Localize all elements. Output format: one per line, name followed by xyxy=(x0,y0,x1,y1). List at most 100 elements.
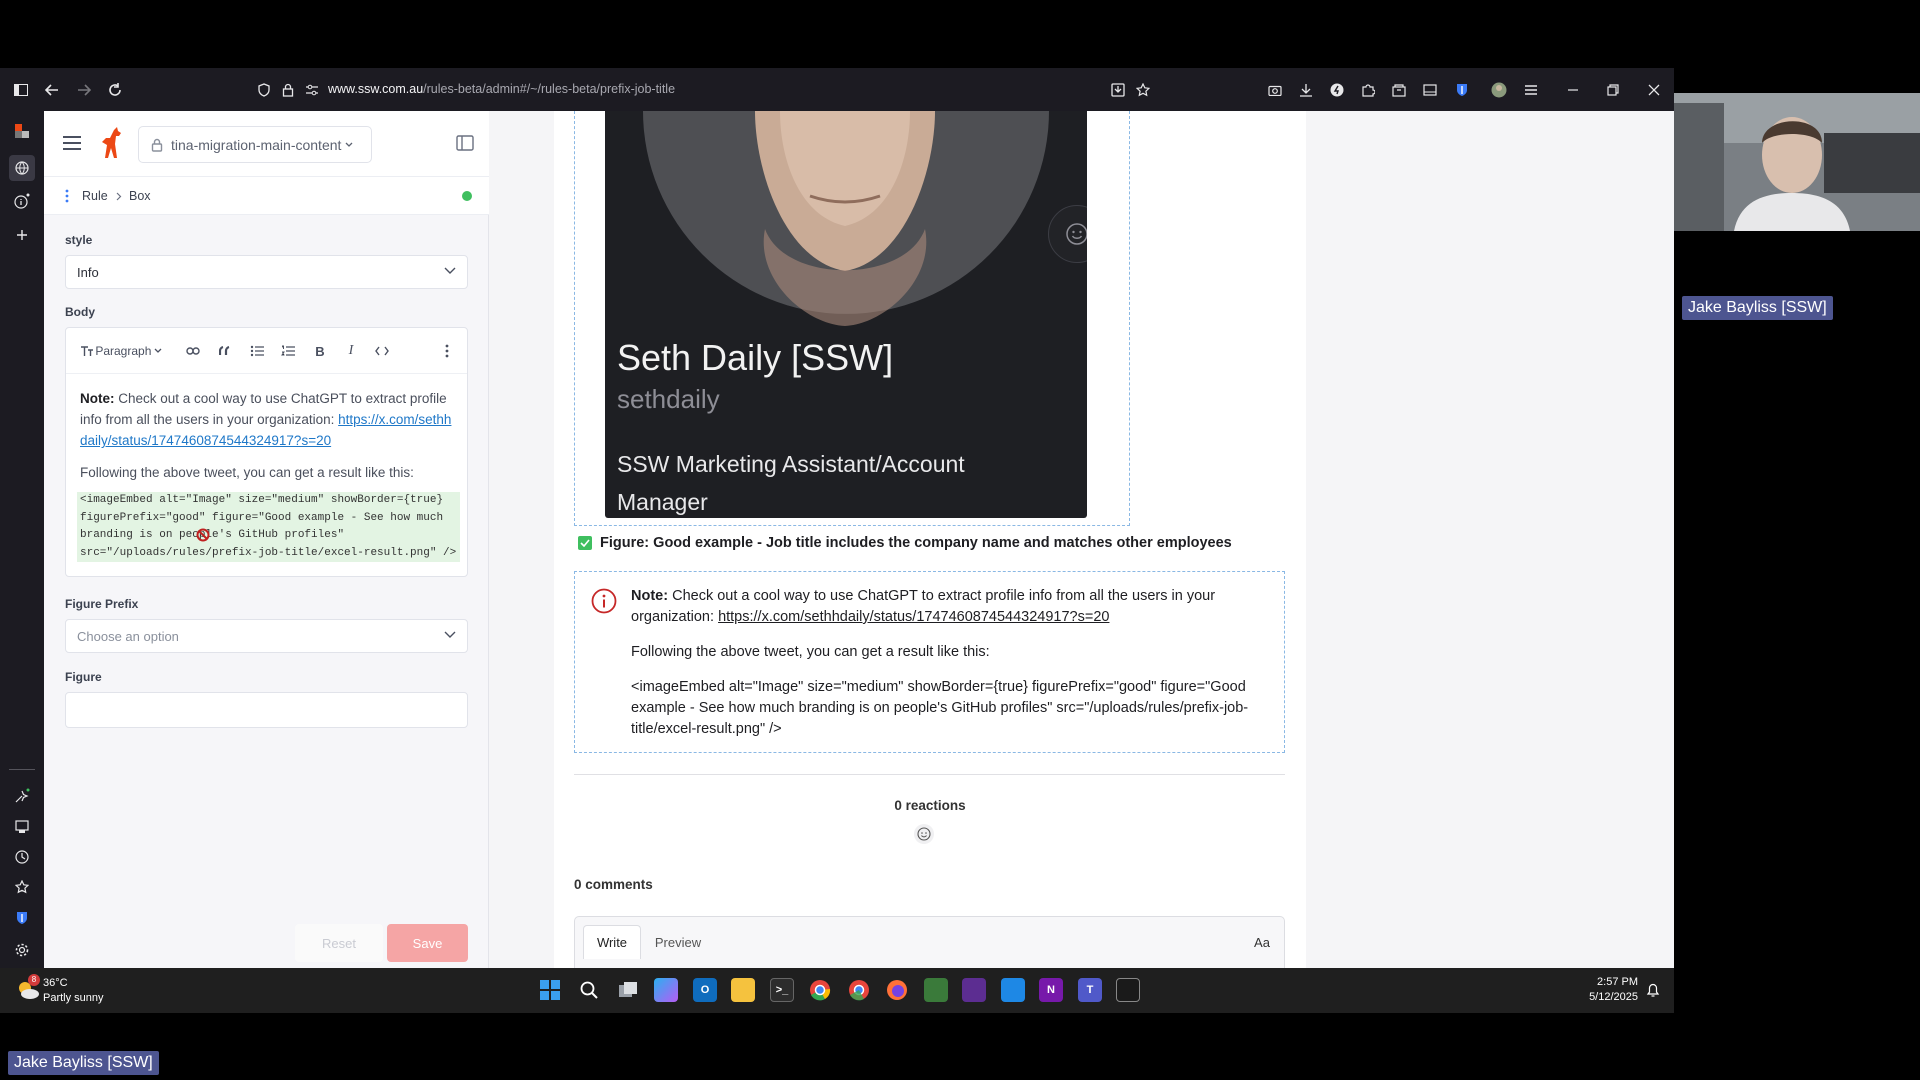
sidebar-divider xyxy=(9,769,35,770)
link-icon[interactable] xyxy=(184,342,202,360)
clock-date[interactable]: 5/12/2025 xyxy=(1584,991,1638,1003)
check-icon xyxy=(578,536,592,550)
tracking-protection-icon[interactable] xyxy=(254,80,274,100)
restore-icon[interactable] xyxy=(1603,80,1623,100)
sidebar-app-icon[interactable] xyxy=(12,121,32,141)
figure-prefix-select[interactable]: Choose an option xyxy=(65,619,468,653)
style-value: Info xyxy=(77,264,99,280)
body-rich-text-editor[interactable]: Paragraph B I Note: Check out a cool way… xyxy=(65,327,468,577)
chevron-down-icon xyxy=(444,631,456,638)
info-box[interactable]: Note: Check out a cool way to use ChatGP… xyxy=(574,571,1285,753)
bitwarden-sidebar-icon[interactable] xyxy=(12,908,32,928)
minimize-icon[interactable] xyxy=(1563,80,1583,100)
figure-label: Figure xyxy=(65,670,102,684)
image-embed-wrapper[interactable]: Seth Daily [SSW] sethdaily SSW Marketing… xyxy=(574,111,1130,526)
extension-icon-1[interactable] xyxy=(1327,80,1347,100)
profile-name: Seth Daily [SSW] xyxy=(617,337,894,378)
weather-badge: 8 xyxy=(28,974,40,986)
file-explorer-icon[interactable] xyxy=(731,978,755,1002)
bullet-list-icon[interactable] xyxy=(248,342,266,360)
smiley-icon xyxy=(1066,223,1087,245)
text-size-icon xyxy=(81,346,93,356)
code-block[interactable]: <imageEmbed alt="Image" size="medium" sh… xyxy=(77,492,460,562)
tab-write[interactable]: Write xyxy=(583,925,641,959)
notification-bell-icon[interactable] xyxy=(1646,982,1660,998)
reader-view-icon[interactable] xyxy=(1420,80,1440,100)
extensions-puzzle-icon[interactable] xyxy=(1358,80,1378,100)
chrome-canary-icon[interactable] xyxy=(847,978,871,1002)
tina-editor-panel: tina-migration-main-content Rule Box sty… xyxy=(44,111,489,968)
copilot-icon[interactable] xyxy=(654,978,678,1002)
task-view-icon[interactable] xyxy=(616,978,640,1002)
settings-gear-icon[interactable] xyxy=(12,940,32,960)
info-following-text: Following the above tweet, you can get a… xyxy=(631,644,990,660)
chrome-icon[interactable] xyxy=(808,978,832,1002)
start-windows-icon[interactable] xyxy=(538,978,562,1002)
vscode-icon[interactable] xyxy=(1001,978,1025,1002)
text-format-toggle[interactable]: Aa xyxy=(1247,925,1277,959)
back-icon[interactable] xyxy=(42,80,62,100)
terminal-icon[interactable]: >_ xyxy=(770,978,794,1002)
info-code-text: <imageEmbed alt="Image" size="medium" sh… xyxy=(631,679,1249,737)
numbered-list-icon[interactable] xyxy=(279,342,297,360)
terminal-app-icon[interactable] xyxy=(1116,978,1140,1002)
sidebar-info-icon[interactable] xyxy=(12,191,32,211)
webcam-image xyxy=(1674,93,1920,231)
downloads-icon[interactable] xyxy=(1296,80,1316,100)
bookmarks-icon[interactable] xyxy=(12,877,32,897)
sidebar-toggle-icon[interactable] xyxy=(11,80,31,100)
synced-tabs-icon[interactable] xyxy=(12,817,32,837)
hamburger-menu-icon[interactable] xyxy=(1521,80,1541,100)
toggle-panel-icon[interactable] xyxy=(456,135,474,151)
site-permissions-icon[interactable] xyxy=(302,80,322,100)
editor-content[interactable]: Note: Check out a cool way to use ChatGP… xyxy=(77,388,460,562)
bookmark-star-icon[interactable] xyxy=(1133,80,1153,100)
code-icon[interactable] xyxy=(373,342,391,360)
bitwarden-icon[interactable] xyxy=(1452,80,1472,100)
weather-temp[interactable]: 36°C xyxy=(43,977,68,989)
teams-icon[interactable]: T xyxy=(1078,978,1102,1002)
visual-studio-icon[interactable] xyxy=(962,978,986,1002)
tina-header: tina-migration-main-content xyxy=(44,111,489,177)
italic-icon[interactable]: I xyxy=(342,342,360,360)
forward-icon[interactable] xyxy=(74,80,94,100)
history-icon[interactable] xyxy=(12,847,32,867)
reload-icon[interactable] xyxy=(105,80,125,100)
branch-selector[interactable]: tina-migration-main-content xyxy=(138,126,372,163)
address-bar[interactable]: www.ssw.com.au/rules-beta/admin#/~/rules… xyxy=(328,82,675,96)
paragraph-dropdown[interactable]: Paragraph xyxy=(80,342,162,360)
container-icon[interactable] xyxy=(1389,80,1409,100)
info-note-link[interactable]: https://x.com/sethhdaily/status/17474608… xyxy=(718,609,1109,625)
tab-preview[interactable]: Preview xyxy=(645,925,711,959)
breadcrumb-handle-icon[interactable] xyxy=(65,189,69,203)
smiley-icon xyxy=(917,827,931,841)
ai-chat-icon[interactable] xyxy=(12,786,32,806)
weather-desc[interactable]: Partly sunny xyxy=(43,992,104,1004)
search-icon[interactable] xyxy=(577,978,601,1002)
more-options-icon[interactable] xyxy=(438,342,456,360)
firefox-icon[interactable] xyxy=(885,978,909,1002)
profile-avatar-icon[interactable] xyxy=(1489,80,1509,100)
close-window-icon[interactable] xyxy=(1644,80,1664,100)
sidebar-add-icon[interactable] xyxy=(12,225,32,245)
blockquote-icon[interactable] xyxy=(216,342,234,360)
clock-time[interactable]: 2:57 PM xyxy=(1584,976,1638,988)
reset-button[interactable]: Reset xyxy=(295,924,383,962)
figure-caption: Figure: Good example - Job title include… xyxy=(578,535,1232,551)
onenote-icon[interactable]: N xyxy=(1039,978,1063,1002)
lock-icon[interactable] xyxy=(278,80,298,100)
figure-input[interactable] xyxy=(65,692,468,728)
sidebar-web-icon[interactable] xyxy=(9,155,35,181)
install-app-icon[interactable] xyxy=(1108,80,1128,100)
screenshot-icon[interactable] xyxy=(1265,80,1285,100)
hamburger-icon[interactable] xyxy=(62,135,82,151)
add-reaction-button[interactable] xyxy=(914,824,934,844)
style-select[interactable]: Info xyxy=(65,255,468,289)
weather-icon[interactable]: 8 xyxy=(16,974,40,1002)
bold-icon[interactable]: B xyxy=(311,342,329,360)
windows-taskbar: 8 36°C Partly sunny O >_ N T 2:57 PM 5/1… xyxy=(0,968,1674,1013)
save-button[interactable]: Save xyxy=(387,924,468,962)
breadcrumb-rule[interactable]: Rule xyxy=(82,189,108,203)
outlook-icon[interactable]: O xyxy=(693,978,717,1002)
snipping-tool-icon[interactable] xyxy=(924,978,948,1002)
